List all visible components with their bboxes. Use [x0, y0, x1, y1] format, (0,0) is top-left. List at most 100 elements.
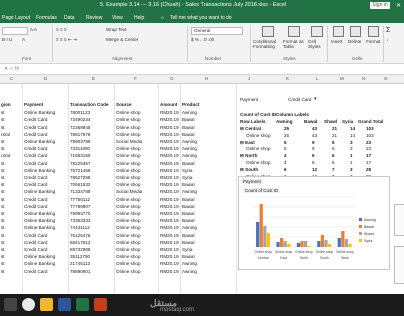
cell-styles-icon[interactable] — [311, 26, 323, 37]
table-cell[interactable]: st — [1, 167, 5, 174]
table-cell[interactable]: Online shop — [116, 268, 141, 275]
table-cell[interactable]: Online shop — [116, 239, 141, 246]
format-as-table-button[interactable]: Format as Table — [283, 39, 305, 49]
table-cell[interactable]: Awning — [182, 188, 197, 195]
bar-shawl-east[interactable] — [283, 241, 287, 247]
pivot-value-cell[interactable]: 9 — [312, 140, 315, 145]
column-header[interactable]: Transaction Code — [70, 101, 109, 108]
pivot-value-cell[interactable]: 21 — [332, 126, 337, 131]
table-cell[interactable]: Online Banking — [24, 188, 55, 195]
format-button[interactable]: Format — [366, 39, 381, 44]
pivot-row-label[interactable]: Online shop — [246, 160, 271, 165]
table-cell[interactable]: st — [1, 217, 5, 224]
table-cell[interactable]: Awning — [182, 224, 197, 231]
table-cell[interactable]: Online shop — [116, 232, 141, 239]
table-cell[interactable]: Online shop — [116, 203, 141, 210]
pivot-value-cell[interactable]: 17 — [366, 160, 371, 165]
column-header[interactable]: Payment — [24, 101, 43, 108]
table-cell[interactable]: Syria — [182, 174, 192, 181]
table-cell[interactable]: Social Media — [116, 188, 142, 195]
conditional-formatting-button[interactable]: Conditional Formatting — [253, 39, 283, 49]
table-cell[interactable]: Awning — [182, 138, 197, 145]
conditional-formatting-icon[interactable] — [262, 26, 274, 37]
bar-syria-north[interactable] — [307, 246, 311, 247]
table-cell[interactable]: 70661532 — [70, 181, 90, 188]
table-cell[interactable]: st — [1, 174, 5, 181]
table-cell[interactable]: Credit Card — [24, 239, 48, 246]
table-cell[interactable]: Awning — [182, 152, 197, 159]
table-cell[interactable]: st — [1, 203, 5, 210]
table-cell[interactable]: Bawal — [182, 253, 195, 260]
table-cell[interactable]: st — [1, 145, 5, 152]
pivot-value-cell[interactable]: 21 — [332, 133, 337, 138]
table-cell[interactable]: st — [1, 239, 5, 246]
pivot-value-cell[interactable]: 14 — [350, 126, 355, 131]
table-cell[interactable]: 21745113 — [70, 260, 90, 267]
table-cell[interactable]: 73490234 — [70, 116, 90, 123]
pivot-value-cell[interactable]: 43 — [312, 126, 317, 131]
pivot-filter-value[interactable]: Credit Card — [288, 97, 312, 102]
table-cell[interactable]: Bawal — [182, 116, 195, 123]
table-cell[interactable]: Bawal — [182, 203, 195, 210]
table-cell[interactable]: Bawal — [182, 160, 195, 167]
table-cell[interactable]: Awning — [182, 268, 197, 275]
table-cell[interactable]: RM20.19 — [160, 124, 179, 131]
table-cell[interactable]: 79984770 — [70, 210, 90, 217]
table-cell[interactable]: Social Media — [116, 138, 142, 145]
pivot-value-cell[interactable]: 23 — [366, 146, 371, 151]
table-cell[interactable]: RM20.19 — [160, 167, 179, 174]
number-format-select[interactable]: General — [191, 27, 243, 35]
table-cell[interactable]: RM20.19 — [160, 203, 179, 210]
table-cell[interactable]: st — [1, 246, 5, 253]
table-cell[interactable]: Online shop — [116, 224, 141, 231]
bold-italic-icons[interactable]: B I U — [2, 37, 12, 42]
table-cell[interactable]: Bawal — [182, 239, 195, 246]
word-icon[interactable] — [58, 298, 71, 311]
tab-review[interactable]: Review — [86, 15, 102, 21]
tab-view[interactable]: View — [112, 15, 123, 21]
table-cell[interactable]: 78890901 — [70, 268, 90, 275]
align-icons[interactable]: ≡ ≡ ≡ — [56, 27, 67, 32]
pivot-value-cell[interactable]: 1 — [350, 160, 353, 165]
insert-button[interactable]: Insert — [331, 39, 343, 44]
delete-icon[interactable] — [350, 26, 361, 37]
pivot-value-cell[interactable]: 14 — [350, 133, 355, 138]
cell-styles-button[interactable]: Cell Styles — [308, 39, 324, 49]
table-cell[interactable]: 73353333 — [70, 217, 90, 224]
table-cell[interactable]: Credit Card — [24, 116, 48, 123]
table-cell[interactable]: 78001123 — [70, 109, 90, 116]
table-cell[interactable]: 78225357 — [70, 160, 90, 167]
table-cell[interactable]: RM20.19 — [160, 116, 179, 123]
table-cell[interactable]: RM20.19 — [160, 131, 179, 138]
table-cell[interactable]: Credit Card — [24, 196, 48, 203]
table-cell[interactable]: st — [1, 124, 5, 131]
font-color-icon[interactable]: A — [22, 37, 25, 42]
table-cell[interactable]: Online Banking — [24, 260, 55, 267]
start-icon[interactable] — [4, 298, 17, 311]
table-cell[interactable]: ntral — [1, 152, 10, 159]
pivot-value-cell[interactable]: 17 — [366, 153, 371, 158]
table-cell[interactable]: 77750112 — [70, 196, 90, 203]
table-cell[interactable]: st — [1, 260, 5, 267]
pivot-value-cell[interactable]: 4 — [284, 153, 287, 158]
pivot-value-cell[interactable]: 3 — [350, 140, 353, 145]
bar-syria-south[interactable] — [327, 244, 332, 247]
pivot-row-label[interactable]: ⊟ East — [240, 140, 255, 146]
bar-awning-west[interactable] — [337, 238, 341, 247]
pivot-value-cell[interactable]: 6 — [332, 140, 335, 145]
table-cell[interactable]: Online shop — [116, 196, 141, 203]
table-cell[interactable]: Online shop — [116, 253, 141, 260]
bar-shawl-west[interactable] — [344, 239, 349, 247]
table-cell[interactable]: Bawal — [182, 232, 195, 239]
table-cell[interactable]: Awning — [182, 109, 197, 116]
table-cell[interactable]: Credit Card — [24, 268, 48, 275]
pivot-value-cell[interactable]: 12 — [312, 167, 317, 172]
excel-icon[interactable] — [76, 298, 89, 311]
pivot-value-cell[interactable]: 3 — [350, 146, 353, 151]
table-cell[interactable]: st — [1, 138, 5, 145]
table-cell[interactable]: Online shop — [116, 167, 141, 174]
table-cell[interactable]: st — [1, 188, 5, 195]
pivot-value-cell[interactable]: 7 — [332, 167, 335, 172]
table-cell[interactable]: 89732908 — [70, 246, 90, 253]
wrap-text-button[interactable]: Wrap Text — [106, 27, 127, 32]
